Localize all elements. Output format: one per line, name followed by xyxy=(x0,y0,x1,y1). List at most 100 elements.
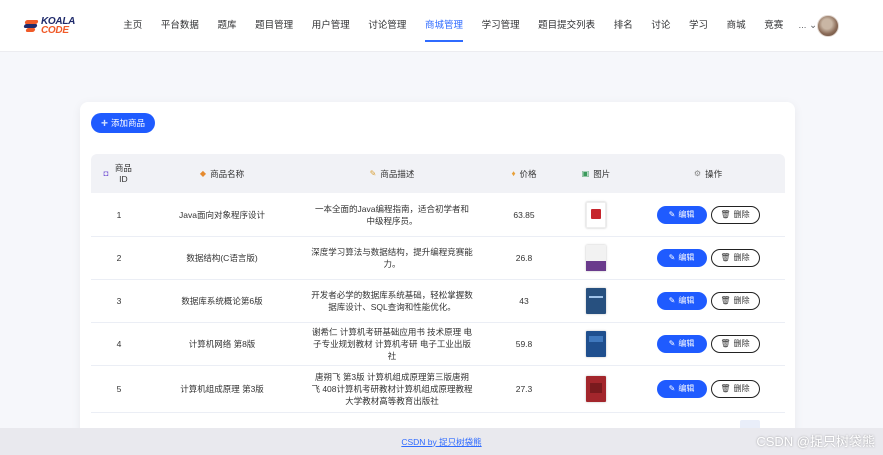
delete-button[interactable]: 🗑 删除 xyxy=(710,249,760,267)
delete-button[interactable]: 🗑 删除 xyxy=(710,205,760,224)
cell-desc: 谢希仁 计算机考研基础应用书 技术原理 电子专业规划教材 计算机考研 电子工业出… xyxy=(311,327,473,361)
trash-icon: 🗑 xyxy=(720,253,731,262)
cell-desc: 唐朔飞 第3版 计算机组成原理第三版唐朔飞 408计算机考研教材计算机组成原理教… xyxy=(311,372,473,406)
cell-image xyxy=(561,376,631,402)
header-product-id-label: 商品ID xyxy=(114,162,132,184)
trash-icon: 🗑 xyxy=(720,296,731,305)
nav-item-ranking[interactable]: 排名 xyxy=(604,0,642,52)
nav-item-platform-data[interactable]: 平台数据 xyxy=(152,0,209,52)
user-avatar[interactable] xyxy=(817,15,839,37)
nav-item-user-management[interactable]: 用户管理 xyxy=(302,0,359,52)
page-footer: CSDN by 捉只树袋熊 xyxy=(0,428,883,455)
nav-item-learning-management[interactable]: 学习管理 xyxy=(472,0,529,52)
picture-icon: ▣ xyxy=(581,169,590,178)
nav-menu: 主页 平台数据 题库 题目管理 用户管理 讨论管理 商城管理 学习管理 题目提交… xyxy=(114,0,823,52)
nav-item-discussion[interactable]: 讨论 xyxy=(642,0,680,52)
header-product-desc: ✎ 商品描述 xyxy=(297,168,487,180)
book-cover-thumbnail[interactable] xyxy=(586,288,606,314)
delete-button[interactable]: 🗑 删除 xyxy=(710,335,760,353)
top-navbar: KOALA CODE 主页 平台数据 题库 题目管理 用户管理 讨论管理 商城管… xyxy=(0,0,883,52)
nav-item-submission-list[interactable]: 题目提交列表 xyxy=(529,0,605,52)
nav-item-shop-management[interactable]: 商城管理 xyxy=(416,0,473,52)
cell-price: 43 xyxy=(519,296,529,306)
nav-item-home[interactable]: 主页 xyxy=(114,0,152,52)
koala-code-logo[interactable]: KOALA CODE xyxy=(23,14,88,38)
edit-button[interactable]: ✎ 编辑 xyxy=(656,292,707,310)
delete-label: 删除 xyxy=(733,384,750,393)
add-product-label: 添加商品 xyxy=(111,118,146,128)
memo-icon: ✎ xyxy=(369,169,377,178)
delete-label: 删除 xyxy=(733,296,750,305)
logo-line-2: CODE xyxy=(41,25,69,36)
cell-operations: ✎ 编辑 🗑 删除 xyxy=(631,205,785,224)
cell-price: 59.8 xyxy=(515,339,533,349)
logo-mark-icon xyxy=(23,19,39,33)
edit-button[interactable]: ✎ 编辑 xyxy=(656,249,707,267)
cell-name: 数据结构(C语言版) xyxy=(186,253,258,263)
cell-id: 5 xyxy=(116,384,122,394)
cell-image xyxy=(561,331,631,357)
edit-icon: ✎ xyxy=(668,384,676,393)
delete-label: 删除 xyxy=(733,339,750,348)
table-row: 4 计算机网络 第8版 谢希仁 计算机考研基础应用书 技术原理 电子专业规划教材… xyxy=(91,323,785,366)
cell-desc: 一本全面的Java编程指南，适合初学者和中级程序员。 xyxy=(315,203,469,226)
csdn-watermark: CSDN @捉只树袋熊 xyxy=(756,434,875,449)
header-product-id: ◘ 商品ID xyxy=(91,163,147,185)
cell-price: 63.85 xyxy=(513,209,535,220)
add-product-button[interactable]: + 添加商品 xyxy=(91,113,155,133)
nav-item-shop[interactable]: 商城 xyxy=(717,0,755,52)
footer-csdn-link[interactable]: CSDN by 捉只树袋熊 xyxy=(401,436,481,448)
header-price: ♦ 价格 xyxy=(487,168,561,180)
edit-label: 编辑 xyxy=(678,253,695,262)
header-operations: ⚙ 操作 xyxy=(631,168,785,180)
table-row: 3 数据库系统概论第6版 开发者必学的数据库系统基础，轻松掌握数据库设计、SQL… xyxy=(91,280,785,323)
header-image-label: 图片 xyxy=(593,168,611,179)
logo-text: KOALA CODE xyxy=(41,17,75,36)
book-cover-thumbnail[interactable] xyxy=(586,376,606,402)
cell-name: 计算机网络 第8版 xyxy=(188,339,256,349)
delete-button[interactable]: 🗑 删除 xyxy=(710,380,760,398)
nav-item-problem-management[interactable]: 题目管理 xyxy=(246,0,303,52)
book-cover-thumbnail[interactable] xyxy=(586,201,606,228)
book-cover-thumbnail[interactable] xyxy=(586,331,606,357)
edit-icon: ✎ xyxy=(668,209,676,219)
edit-label: 编辑 xyxy=(678,296,695,305)
nav-item-contest[interactable]: 竞赛 xyxy=(755,0,793,52)
nav-item-discussion-management[interactable]: 讨论管理 xyxy=(359,0,416,52)
edit-button[interactable]: ✎ 编辑 xyxy=(656,380,707,398)
cell-operations: ✎ 编辑 🗑 删除 xyxy=(631,292,785,310)
id-icon: ◘ xyxy=(103,169,109,178)
cell-image xyxy=(561,288,631,314)
trash-icon: 🗑 xyxy=(720,209,731,219)
cell-desc: 深度学习算法与数据结构，提升编程竞赛能力。 xyxy=(311,247,473,269)
plus-icon: + xyxy=(100,116,108,130)
box-icon: ◆ xyxy=(199,169,207,178)
header-operations-label: 操作 xyxy=(705,168,723,179)
product-management-card: + 添加商品 ◘ 商品ID ◆ 商品名称 ✎ 商品描述 ♦ 价格 ▣ 图片 ⚙ … xyxy=(80,102,795,442)
book-cover-thumbnail[interactable] xyxy=(586,245,606,271)
cell-price: 26.8 xyxy=(515,253,533,263)
cell-id: 4 xyxy=(116,339,122,349)
cell-id: 1 xyxy=(116,209,122,220)
nav-item-problem-bank[interactable]: 题库 xyxy=(208,0,246,52)
delete-button[interactable]: 🗑 删除 xyxy=(710,292,760,310)
edit-icon: ✎ xyxy=(668,253,676,262)
cell-desc: 开发者必学的数据库系统基础，轻松掌握数据库设计、SQL查询和性能优化。 xyxy=(311,290,473,312)
edit-button[interactable]: ✎ 编辑 xyxy=(656,205,707,224)
gear-icon: ⚙ xyxy=(693,169,702,178)
cell-name: 数据库系统概论第6版 xyxy=(181,296,263,306)
table-header: ◘ 商品ID ◆ 商品名称 ✎ 商品描述 ♦ 价格 ▣ 图片 ⚙ 操作 xyxy=(91,154,785,193)
product-table: ◘ 商品ID ◆ 商品名称 ✎ 商品描述 ♦ 价格 ▣ 图片 ⚙ 操作 1 Ja… xyxy=(91,154,785,413)
edit-icon: ✎ xyxy=(668,339,676,348)
cell-operations: ✎ 编辑 🗑 删除 xyxy=(631,380,785,398)
edit-button[interactable]: ✎ 编辑 xyxy=(656,335,707,353)
cell-operations: ✎ 编辑 🗑 删除 xyxy=(631,249,785,267)
nav-item-learning[interactable]: 学习 xyxy=(680,0,718,52)
cell-id: 2 xyxy=(116,253,122,263)
trash-icon: 🗑 xyxy=(720,384,731,393)
header-image: ▣ 图片 xyxy=(561,168,631,180)
edit-label: 编辑 xyxy=(678,384,695,393)
cell-image xyxy=(561,245,631,271)
delete-label: 删除 xyxy=(733,253,750,262)
cell-id: 3 xyxy=(116,296,122,306)
